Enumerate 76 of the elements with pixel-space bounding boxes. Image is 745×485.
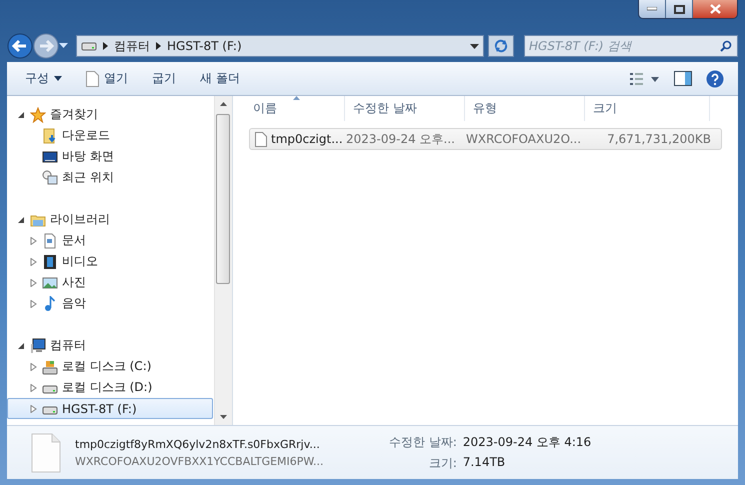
star-icon	[30, 106, 46, 122]
expander-icon[interactable]	[18, 110, 24, 118]
document-icon	[86, 70, 99, 86]
tree-item[interactable]: 라이브러리	[7, 209, 213, 230]
scrollbar[interactable]	[214, 96, 232, 425]
toolbar-button[interactable]: 굽기	[142, 66, 186, 91]
tree-item[interactable]: 최근 위치	[7, 167, 213, 188]
tree-item[interactable]: 사진	[7, 272, 213, 293]
document-icon	[42, 232, 58, 248]
caret-icon	[54, 76, 62, 81]
search-icon	[720, 40, 732, 52]
breadcrumb[interactable]: 컴퓨터	[114, 38, 150, 54]
file-icon	[31, 432, 61, 472]
tree-item[interactable]: 바탕 화면	[7, 146, 213, 167]
download-folder-icon	[42, 128, 58, 144]
property-value: 7.14TB	[462, 454, 506, 470]
preview-pane-icon[interactable]	[674, 71, 692, 86]
scroll-down-icon[interactable]	[220, 415, 227, 419]
toolbar-button[interactable]: 구성	[15, 66, 72, 91]
file-row[interactable]: tmp0czigt... 2023-09-24 오후... WXRCOFOAXU2O... 7,671,731,200KB	[249, 128, 722, 150]
system-drive-icon	[42, 358, 58, 374]
close-icon	[710, 4, 720, 14]
minimize-icon	[647, 7, 657, 11]
tree-item[interactable]: 로컬 디스크 (D:)	[7, 377, 213, 398]
column-header[interactable]: 유형	[465, 96, 585, 121]
column-header[interactable]: 수정한 날짜	[345, 96, 465, 121]
column-header[interactable]: 이름	[245, 96, 345, 121]
maximize-button[interactable]	[666, 0, 693, 18]
search-field[interactable]: HGST-8T (F:) 검색	[524, 35, 738, 57]
file-name: tmp0czigtf8yRmXQ6ylv2n8xTF.s0FbxGRrjv...	[75, 438, 320, 450]
desktop-icon	[42, 148, 58, 164]
close-button[interactable]	[693, 0, 737, 18]
history-dropdown-icon[interactable]	[59, 43, 68, 49]
property-label: 크기:	[428, 454, 457, 472]
tree-item[interactable]: HGST-8T (F:)	[7, 398, 213, 419]
film-icon	[42, 254, 58, 270]
recent-places-icon	[42, 170, 58, 186]
picture-icon	[42, 274, 58, 290]
breadcrumb[interactable]: HGST-8T (F:)	[167, 39, 242, 53]
property-label: 수정한 날짜:	[389, 434, 457, 450]
maximize-icon	[674, 4, 684, 14]
file-type: WXRCOFOAXU2O...	[466, 132, 582, 146]
chevron-icon	[103, 42, 108, 50]
drive-icon	[81, 40, 97, 52]
tree-item[interactable]: 문서	[7, 230, 213, 251]
chevron-icon	[156, 42, 161, 50]
file-icon	[255, 132, 267, 146]
file-type: WXRCOFOAXU2OVFBXX1YCCBALTGEMI6PW...	[75, 454, 324, 468]
property-value: 2023-09-24 오후 4:16	[462, 434, 592, 450]
scroll-up-icon[interactable]	[220, 102, 227, 106]
forward-button[interactable]	[33, 33, 59, 59]
expander-icon[interactable]	[18, 216, 24, 224]
file-name: tmp0czigt...	[271, 132, 343, 146]
file-size: 7,671,731,200KB	[606, 132, 712, 146]
tree-item[interactable]: 로컬 디스크 (C:)	[7, 356, 213, 377]
tree-item[interactable]: 컴퓨터	[7, 335, 213, 356]
expander-icon[interactable]	[18, 342, 24, 350]
tree-item[interactable]: 즐겨찾기	[7, 104, 213, 125]
tree-item[interactable]: 비디오	[7, 251, 213, 272]
view-options-icon[interactable]	[630, 72, 660, 86]
toolbar-button[interactable]: 새 폴더	[190, 66, 250, 91]
sort-arrow-icon	[293, 96, 300, 100]
refresh-button[interactable]	[488, 35, 514, 57]
dropdown-icon[interactable]	[470, 44, 479, 48]
minimize-button[interactable]	[639, 0, 666, 18]
music-note-icon	[42, 296, 58, 312]
address-bar[interactable]: 컴퓨터 HGST-8T (F:)	[76, 35, 484, 57]
refresh-icon	[493, 39, 509, 53]
help-icon[interactable]	[706, 70, 724, 88]
toolbar-button[interactable]: 열기	[76, 66, 138, 91]
back-button[interactable]	[7, 33, 33, 59]
computer-icon	[30, 338, 46, 354]
tree-item[interactable]: 음악	[7, 293, 213, 314]
column-header[interactable]: 크기	[585, 96, 710, 121]
tree-item[interactable]: 다운로드	[7, 125, 213, 146]
modified-date: 2023-09-24 오후...	[346, 130, 456, 148]
